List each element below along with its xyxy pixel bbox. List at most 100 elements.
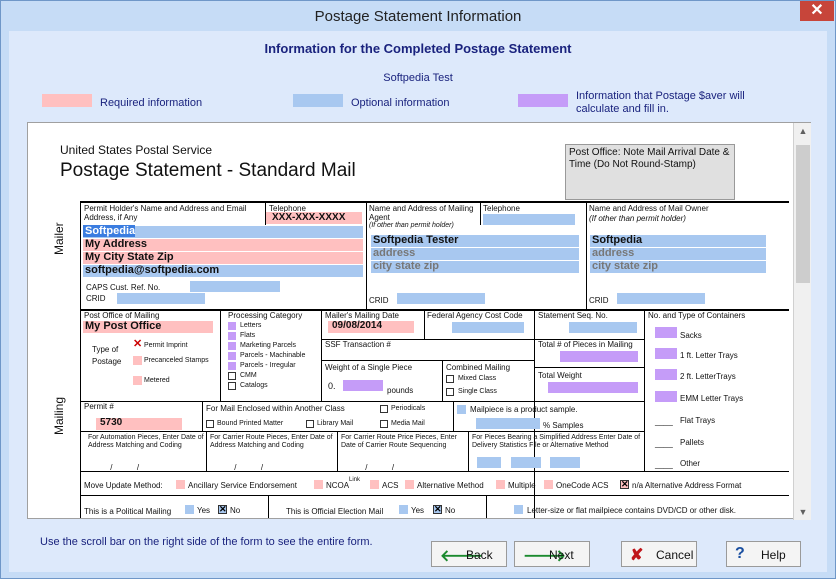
total-weight-label: Total Weight: [538, 371, 582, 380]
emm-trays-field[interactable]: [655, 391, 677, 402]
mailing-date-field[interactable]: 09/08/2014: [328, 320, 414, 333]
optional-swatch: [293, 94, 343, 107]
agent-telephone-field[interactable]: [483, 214, 575, 225]
move-acs-check[interactable]: [370, 480, 379, 489]
permit-value: 5730: [100, 417, 123, 428]
agent-crid-field[interactable]: [397, 293, 485, 304]
agent-address-value: address: [373, 247, 416, 259]
sacks-field[interactable]: [655, 327, 677, 338]
page-subtitle: Softpedia Test: [383, 72, 453, 84]
letter-trays-1-field[interactable]: [655, 348, 677, 359]
letter-trays-2-field[interactable]: [655, 369, 677, 380]
proc-flats-check[interactable]: [228, 332, 236, 340]
holder-name-field[interactable]: Softpedia: [83, 225, 363, 238]
mailing-section-label: Mailing: [52, 396, 66, 435]
permit-imprint-check[interactable]: ✕: [133, 339, 142, 350]
move-ase-check[interactable]: [176, 480, 185, 489]
scroll-thumb[interactable]: [796, 145, 810, 283]
owner-crid-field[interactable]: [617, 293, 705, 304]
total-pieces-field[interactable]: [560, 351, 638, 362]
agent-name-field[interactable]: Softpedia Tester: [371, 234, 579, 247]
cancel-button[interactable]: ✘ Cancel: [621, 541, 697, 567]
po-mailing-field[interactable]: My Post Office: [83, 320, 213, 333]
dialog-window: Postage Statement Information ✕ Informat…: [0, 0, 836, 579]
proc-irregular-check[interactable]: [228, 362, 236, 370]
holder-address-field[interactable]: My Address: [83, 238, 363, 251]
simplified-label: For Pieces Bearing a Simplified Address …: [472, 434, 641, 449]
holder-email-field[interactable]: softpedia@softpedia.com: [83, 264, 363, 277]
weight-label: Weight of a Single Piece: [325, 363, 413, 372]
statement-seq-field[interactable]: [569, 322, 637, 333]
scroll-down-icon[interactable]: ▼: [794, 504, 812, 520]
weight-field[interactable]: [343, 380, 383, 391]
telephone-field[interactable]: XXX-XXX-XXXX: [266, 212, 362, 224]
agent-telephone-label: Telephone: [483, 204, 520, 213]
political-yes-check[interactable]: [185, 505, 194, 514]
media-check[interactable]: [380, 420, 388, 428]
proc-cmm-check[interactable]: [228, 372, 236, 380]
container-1ft: 1 ft. Letter Trays: [680, 351, 738, 360]
proc-machinable-check[interactable]: [228, 352, 236, 360]
agent-crid-label: CRID: [369, 296, 389, 305]
move-update-label: Move Update Method:: [84, 481, 163, 490]
enclosed-library: Library Mail: [317, 420, 354, 427]
ssf-label: SSF Transaction #: [325, 340, 391, 349]
election-label: This is Official Election Mail: [286, 507, 384, 516]
election-yes-check[interactable]: [399, 505, 408, 514]
holder-city-field[interactable]: My City State Zip: [83, 251, 363, 264]
close-button[interactable]: ✕: [800, 1, 834, 21]
samples-field[interactable]: [476, 418, 540, 429]
simplified-day-field[interactable]: [511, 457, 541, 468]
owner-address-value: address: [592, 247, 635, 259]
election-no-check[interactable]: ✕: [433, 505, 442, 514]
scroll-hint: Use the scroll bar on the right side of …: [40, 536, 373, 548]
owner-city-field[interactable]: city state zip: [590, 260, 766, 273]
proc-letters-check[interactable]: [228, 322, 236, 330]
periodicals-check[interactable]: [380, 405, 388, 413]
next-button[interactable]: 🡒 Next: [514, 541, 590, 567]
move-onecode-check[interactable]: [544, 480, 553, 489]
move-alt-check[interactable]: [405, 480, 414, 489]
page-title: Information for the Completed Postage St…: [264, 41, 572, 56]
proc-catalogs-check[interactable]: [228, 382, 236, 390]
simplified-year-field[interactable]: [550, 457, 580, 468]
holder-crid-field[interactable]: [117, 293, 205, 304]
proc-mkt-parcels-check[interactable]: [228, 342, 236, 350]
agent-address-field[interactable]: address: [371, 247, 579, 260]
move-ncoa-check[interactable]: [314, 480, 323, 489]
metered-check[interactable]: [133, 376, 142, 385]
back-button[interactable]: 🡐 Back: [431, 541, 507, 567]
scroll-up-icon[interactable]: ▲: [794, 123, 812, 139]
permit-label: Permit #: [84, 402, 114, 411]
container-emm: EMM Letter Trays: [680, 394, 744, 403]
simplified-month-field[interactable]: [477, 457, 501, 468]
mixed-class-check[interactable]: [446, 375, 454, 383]
caps-field[interactable]: [190, 281, 280, 292]
bpm-check[interactable]: [206, 420, 214, 428]
dvd-check[interactable]: [514, 505, 523, 514]
permit-field[interactable]: 5730: [96, 417, 182, 430]
move-na-check[interactable]: ✕: [620, 480, 629, 489]
agent-city-field[interactable]: city state zip: [371, 260, 579, 273]
help-button[interactable]: ? Help: [726, 541, 801, 567]
pallets-blank: ____: [655, 439, 673, 448]
agent-name-value: Softpedia Tester: [373, 234, 459, 246]
move-multiple-check[interactable]: [496, 480, 505, 489]
owner-name-field[interactable]: Softpedia: [590, 234, 766, 247]
agent-city-value: city state zip: [373, 260, 440, 272]
back-label: Back: [466, 548, 493, 562]
total-weight-field[interactable]: [548, 382, 638, 393]
title-bar: Postage Statement Information ✕: [1, 1, 835, 31]
library-check[interactable]: [306, 420, 314, 428]
political-no-check[interactable]: ✕: [218, 505, 227, 514]
federal-code-field[interactable]: [452, 322, 524, 333]
form-scrollbar[interactable]: ▲ ▼: [793, 123, 811, 520]
owner-address-field[interactable]: address: [590, 247, 766, 260]
samples-label: % Samples: [543, 421, 584, 430]
help-question-icon: ?: [735, 545, 745, 562]
product-sample-check[interactable]: [457, 405, 466, 414]
postage-type-permit: Permit Imprint: [144, 342, 188, 349]
auto-label: For Automation Pieces, Enter Date of Add…: [88, 434, 204, 449]
precanceled-check[interactable]: [133, 356, 142, 365]
single-class-check[interactable]: [446, 388, 454, 396]
